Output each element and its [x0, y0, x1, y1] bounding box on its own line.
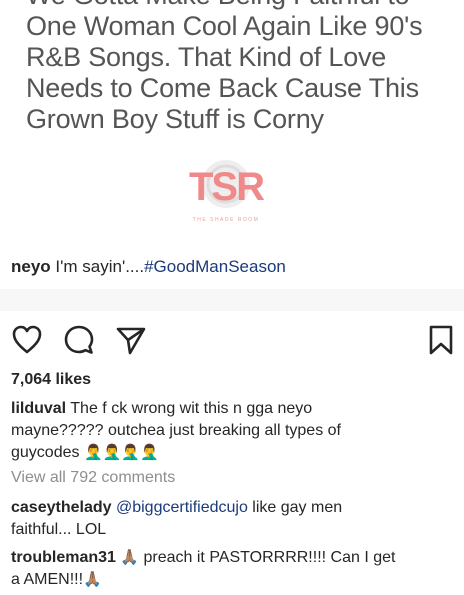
comment-username[interactable]: lilduval	[11, 400, 66, 417]
comment-text: like gay men	[247, 499, 343, 516]
view-all-comments-link[interactable]: View all 792 comments	[11, 469, 175, 487]
tsr-logo-graphic: TSR	[189, 160, 267, 209]
comment-mention[interactable]: @biggcertifiedcujo	[116, 499, 248, 516]
logo-letters: TSR	[189, 165, 265, 209]
comment-item: caseythelady @biggcertifiedcujo like gay…	[11, 497, 456, 541]
comment-username[interactable]: troubleman31	[11, 549, 116, 566]
quote-line: R&B Songs. That Kind of Love	[26, 42, 387, 72]
comment-username[interactable]: caseythelady	[11, 499, 112, 516]
logo-tagline: THE SHADE ROOM	[192, 217, 260, 223]
caption-text: I'm sayin'....	[50, 257, 145, 276]
likes-count[interactable]: 7,064 likes	[11, 371, 91, 389]
quote-line: Grown Boy Stuff is Corny	[26, 104, 324, 134]
quote-line: Needs to Come Back Cause This	[26, 73, 419, 103]
bookmark-icon[interactable]	[425, 324, 457, 356]
comment-text: faithful... LOL	[11, 521, 107, 538]
quote-line: One Woman Cool Again Like 90's	[26, 11, 423, 41]
post-caption: neyo I'm sayin'....#GoodManSeason	[11, 257, 286, 277]
comment-icon[interactable]	[63, 324, 95, 356]
comment-text: The f ck wrong wit this n gga neyo	[66, 400, 313, 417]
action-bar	[0, 318, 464, 362]
section-divider	[0, 289, 464, 311]
caption-hashtag[interactable]: #GoodManSeason	[144, 257, 286, 276]
comment-text: preach it PASTORRRR!!!! Can I get	[139, 549, 396, 566]
comment-text: guycodes	[11, 444, 84, 461]
post-image[interactable]: We Gotta Make Being Faithful to One Woma…	[0, 0, 464, 245]
comment-text: mayne????? outchea just breaking all typ…	[11, 422, 341, 439]
heart-icon[interactable]	[11, 324, 43, 356]
praying-hands-emoji-icon: 🙏🏽	[83, 571, 102, 588]
caption-username[interactable]: neyo	[11, 257, 51, 276]
shade-room-logo: TSR THE SHADE ROOM	[176, 156, 276, 226]
share-icon[interactable]	[115, 324, 147, 356]
praying-hands-emoji-icon: 🙏🏽	[120, 549, 140, 566]
quote-text: We Gotta Make Being Faithful to One Woma…	[26, 0, 456, 135]
comment-text: a AMEN!!!	[11, 571, 84, 588]
quote-line: We Gotta Make Being Faithful to	[26, 0, 456, 11]
facepalm-emoji-icon: 🤦‍♂️🤦‍♂️🤦‍♂️🤦‍♂️	[83, 444, 159, 461]
comment-item: lilduval The f ck wrong wit this n gga n…	[11, 398, 456, 464]
comment-item: troubleman31 🙏🏽 preach it PASTORRRR!!!! …	[11, 547, 456, 591]
